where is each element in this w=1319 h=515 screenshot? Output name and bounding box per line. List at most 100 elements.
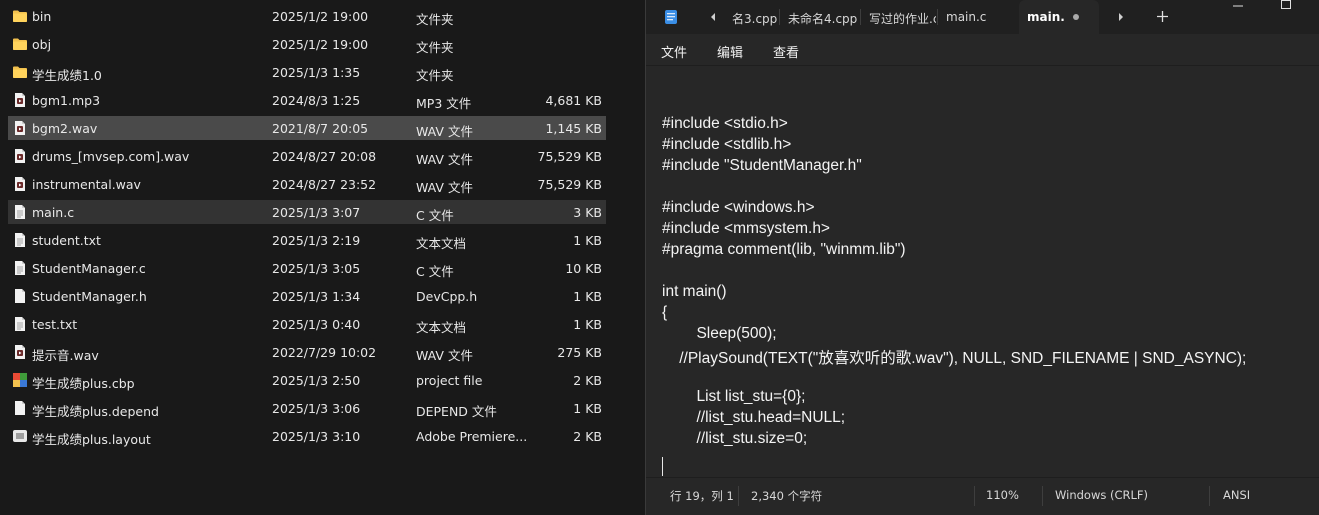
text-file-icon — [12, 232, 28, 248]
file-size: 1 KB — [573, 289, 602, 304]
code-line: List list_stu={0}; — [662, 388, 806, 405]
file-row[interactable]: 提示音.wav 2022/7/29 10:02 WAV 文件 275 KB — [8, 340, 606, 364]
scroll-tabs-right-icon[interactable] — [1116, 12, 1126, 22]
file-size: 1 KB — [573, 233, 602, 248]
file-type: 文本文档 — [416, 320, 467, 335]
file-row[interactable]: StudentManager.c 2025/1/3 3:05 C 文件 10 KB — [8, 256, 606, 280]
status-bar: 行 19，列 1 2,340 个字符 110% Windows (CRLF) A… — [646, 478, 1319, 515]
code-line: #include <windows.h> — [662, 199, 815, 216]
file-date: 2025/1/2 19:00 — [272, 9, 369, 24]
file-row[interactable]: instrumental.wav 2024/8/27 23:52 WAV 文件 75,… — [8, 172, 606, 196]
file-size: 3 KB — [573, 205, 602, 220]
file-row[interactable]: test.txt 2025/1/3 0:40 文本文档 1 KB — [8, 312, 606, 336]
file-row[interactable]: 学生成绩plus.depend 2025/1/3 3:06 DEPEND 文件 1 K… — [8, 396, 606, 420]
file-type: 文件夹 — [416, 40, 454, 55]
character-count: 2,340 个字符 — [751, 489, 823, 503]
maximize-icon[interactable] — [1280, 0, 1292, 10]
tab-unnamed4[interactable]: 未命名4.cpp — [780, 0, 860, 34]
tab-main-c-active[interactable]: main.c — [1019, 0, 1099, 34]
zoom-level[interactable]: 110% — [986, 488, 1019, 502]
file-row[interactable]: bin 2025/1/2 19:00 文件夹 — [8, 4, 606, 28]
media-file-icon — [12, 344, 28, 360]
code-line: #include <stdio.h> — [662, 115, 788, 132]
file-row[interactable]: drums_[mvsep.com].wav 2024/8/27 20:08 WAV … — [8, 144, 606, 168]
file-size: 2 KB — [573, 429, 602, 444]
codeblocks-project-icon — [12, 372, 28, 388]
file-size: 1 KB — [573, 317, 602, 332]
media-file-icon — [12, 148, 28, 164]
file-row[interactable]: 学生成绩plus.layout 2025/1/3 3:10 Adobe Premie… — [8, 424, 606, 448]
line-ending[interactable]: Windows (CRLF) — [1055, 488, 1148, 502]
code-line: //list_stu.size=0; — [662, 430, 808, 447]
unsaved-dot-icon[interactable] — [1073, 14, 1079, 20]
file-explorer: bin 2025/1/2 19:00 文件夹 obj 2025/1/2 19:00 文件夹… — [0, 0, 645, 515]
file-name: StudentManager.c — [32, 261, 146, 276]
scroll-tabs-left-icon[interactable] — [708, 12, 718, 22]
file-name: 学生成绩plus.layout — [32, 432, 151, 447]
file-size: 75,529 KB — [537, 177, 602, 192]
tab-homework[interactable]: 写过的作业.c — [861, 0, 936, 34]
file-date: 2021/8/7 20:05 — [272, 121, 369, 136]
menu-file[interactable]: 文件 — [661, 42, 687, 61]
file-row[interactable]: obj 2025/1/2 19:00 文件夹 — [8, 32, 606, 56]
file-type: DevCpp.h — [416, 289, 478, 304]
file-type: MP3 文件 — [416, 96, 472, 111]
file-name: drums_[mvsep.com].wav — [32, 149, 190, 164]
file-name: 学生成绩plus.depend — [32, 404, 159, 419]
file-type: WAV 文件 — [416, 152, 473, 167]
file-name: 提示音.wav — [32, 348, 99, 363]
text-editor[interactable]: #include <stdio.h> #include <stdlib.h> #in… — [646, 66, 1319, 478]
code-line: //list_stu.head=NULL; — [662, 409, 846, 426]
file-name: student.txt — [32, 233, 101, 248]
file-name: 学生成绩plus.cbp — [32, 376, 135, 391]
status-divider — [974, 486, 975, 506]
status-divider — [1209, 486, 1210, 506]
file-row[interactable]: student.txt 2025/1/3 2:19 文本文档 1 KB — [8, 228, 606, 252]
notepad-window: 名3.cpp 未命名4.cpp 写过的作业.c main.c main.c 文件… — [645, 0, 1319, 515]
file-row[interactable]: bgm2.wav 2021/8/7 20:05 WAV 文件 1,145 KB — [8, 116, 606, 140]
file-type: WAV 文件 — [416, 348, 473, 363]
menu-bar: 文件 编辑 查看 — [646, 34, 1319, 66]
file-date: 2025/1/3 2:50 — [272, 373, 361, 388]
folder-icon — [12, 8, 28, 24]
file-type: 文本文档 — [416, 236, 467, 251]
media-file-icon — [12, 92, 28, 108]
code-line: int main() — [662, 283, 727, 300]
file-row[interactable]: main.c 2025/1/3 3:07 C 文件 3 KB — [8, 200, 606, 224]
file-date: 2025/1/3 3:05 — [272, 261, 361, 276]
file-size: 10 KB — [565, 261, 602, 276]
tab-bar: 名3.cpp 未命名4.cpp 写过的作业.c main.c main.c — [646, 0, 1319, 34]
file-row[interactable]: StudentManager.h 2025/1/3 1:34 DevCpp.h 1 K… — [8, 284, 606, 308]
file-type: WAV 文件 — [416, 180, 473, 195]
text-file-icon — [12, 260, 28, 276]
file-type: 文件夹 — [416, 12, 454, 27]
code-line: #pragma comment(lib, "winmm.lib") — [662, 241, 906, 258]
minimize-icon[interactable] — [1231, 0, 1245, 12]
file-size: 4,681 KB — [545, 93, 602, 108]
menu-edit[interactable]: 编辑 — [717, 42, 743, 61]
file-date: 2025/1/3 1:35 — [272, 65, 361, 80]
premiere-file-icon — [12, 428, 28, 444]
file-date: 2022/7/29 10:02 — [272, 345, 377, 360]
tab-ming3[interactable]: 名3.cpp — [724, 0, 778, 34]
file-date: 2024/8/27 23:52 — [272, 177, 377, 192]
file-date: 2025/1/3 3:07 — [272, 205, 361, 220]
encoding[interactable]: ANSI — [1223, 488, 1250, 502]
code-line: #include <stdlib.h> — [662, 136, 792, 153]
file-date: 2024/8/3 1:25 — [272, 93, 361, 108]
new-tab-plus-icon[interactable] — [1156, 10, 1169, 23]
file-row[interactable]: 学生成绩plus.cbp 2025/1/3 2:50 project file 2 K… — [8, 368, 606, 392]
file-name: 学生成绩1.0 — [32, 68, 102, 83]
file-size: 75,529 KB — [537, 149, 602, 164]
file-row[interactable]: 学生成绩1.0 2025/1/3 1:35 文件夹 — [8, 60, 606, 84]
tab-main-c[interactable]: main.c — [938, 0, 1012, 34]
menu-view[interactable]: 查看 — [773, 42, 799, 61]
code-line: { — [662, 304, 668, 321]
file-row[interactable]: bgm1.mp3 2024/8/3 1:25 MP3 文件 4,681 KB — [8, 88, 606, 112]
file-name: instrumental.wav — [32, 177, 141, 192]
status-divider — [738, 486, 739, 506]
file-name: bgm2.wav — [32, 121, 98, 136]
file-type: project file — [416, 373, 483, 388]
file-type: 文件夹 — [416, 68, 454, 83]
file-date: 2024/8/27 20:08 — [272, 149, 377, 164]
